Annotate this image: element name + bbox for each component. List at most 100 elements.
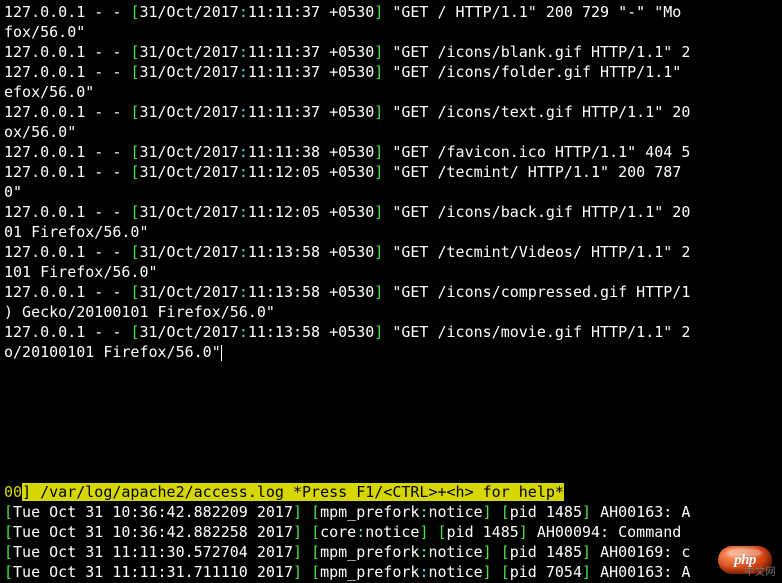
error-pid: pid 1485 [510,543,582,561]
bracket-close: ] [519,523,537,541]
colon-sep: : [239,143,248,161]
access-date: 31/Oct/2017 [139,103,238,121]
access-wrap: fox/56.0" [4,23,85,41]
bracket-open: [ [311,563,320,581]
bracket-close: ] [374,323,383,341]
colon-sep: : [239,323,248,341]
error-timestamp: Tue Oct 31 10:36:42.882209 2017 [13,503,293,521]
bracket-close: ] [374,103,383,121]
multitail-status-bar: 00] /var/log/apache2/access.log *Press F… [4,483,564,501]
access-request: "GET / HTTP/1.1" 200 729 "-" "Mo [383,3,681,21]
text-cursor [221,345,222,361]
bracket-close: ] [374,163,383,181]
bracket-open: [ [311,523,320,541]
bracket-close: ] [293,543,311,561]
access-date: 31/Oct/2017 [139,323,238,341]
access-time: 11:11:37 +0530 [248,3,374,21]
access-time: 11:11:38 +0530 [248,143,374,161]
error-level: notice [428,543,482,561]
bracket-close: ] [293,563,311,581]
bracket-close: ] [374,203,383,221]
access-date: 31/Oct/2017 [139,143,238,161]
access-request: "GET /favicon.ico HTTP/1.1" 404 5 [383,143,690,161]
access-date: 31/Oct/2017 [139,43,238,61]
colon-sep: : [239,63,248,81]
access-host: 127.0.0.1 - - [4,163,130,181]
access-time: 11:11:37 +0530 [248,103,374,121]
access-date: 31/Oct/2017 [139,163,238,181]
access-time: 11:12:05 +0530 [248,203,374,221]
bracket-open: [ [438,523,447,541]
bracket-close: ] [419,523,437,541]
colon-sep: : [239,163,248,181]
error-pid: pid 7054 [510,563,582,581]
error-message: AH00163: A [600,563,690,581]
error-module: mpm_prefork [320,563,419,581]
access-request: "GET /icons/blank.gif HTTP/1.1" 2 [383,43,690,61]
access-wrap: 01 Firefox/56.0" [4,223,149,241]
access-wrap: ox/56.0" [4,123,76,141]
access-host: 127.0.0.1 - - [4,3,130,21]
error-module: core [320,523,356,541]
status-index: 00 [4,483,22,501]
colon-sep: : [239,3,248,21]
access-host: 127.0.0.1 - - [4,243,130,261]
access-time: 11:12:05 +0530 [248,163,374,181]
status-hint: *Press F1/<CTRL>+<h> for help* [293,483,564,501]
access-host: 127.0.0.1 - - [4,283,130,301]
access-request: "GET /icons/text.gif HTTP/1.1" 20 [383,103,690,121]
error-message: AH00169: c [600,543,690,561]
error-pid: pid 1485 [447,523,519,541]
access-request: "GET /tecmint/ HTTP/1.1" 200 787 [383,163,681,181]
access-wrap: efox/56.0" [4,83,94,101]
bracket-open: [ [501,563,510,581]
access-time: 11:13:58 +0530 [248,243,374,261]
bracket-close: ] [374,43,383,61]
colon-sep: : [356,523,365,541]
access-date: 31/Oct/2017 [139,243,238,261]
bracket-close: ] [483,543,501,561]
bracket-open: [ [311,543,320,561]
bracket-close: ] [374,283,383,301]
bracket-close: ] [293,503,311,521]
access-host: 127.0.0.1 - - [4,203,130,221]
access-host: 127.0.0.1 - - [4,323,130,341]
bracket-open: [ [501,503,510,521]
bracket-open: [ [501,543,510,561]
colon-sep: : [239,243,248,261]
access-wrap: o/20100101 Firefox/56.0" [4,343,221,361]
access-time: 11:11:37 +0530 [248,63,374,81]
status-filepath: ] /var/log/apache2/access.log [22,483,293,501]
access-host: 127.0.0.1 - - [4,143,130,161]
access-host: 127.0.0.1 - - [4,103,130,121]
error-timestamp: Tue Oct 31 10:36:42.882258 2017 [13,523,293,541]
access-time: 11:13:58 +0530 [248,283,374,301]
access-date: 31/Oct/2017 [139,3,238,21]
access-host: 127.0.0.1 - - [4,43,130,61]
error-timestamp: Tue Oct 31 11:11:31.711110 2017 [13,563,293,581]
access-wrap: 101 Firefox/56.0" [4,263,158,281]
error-module: mpm_prefork [320,543,419,561]
bracket-close: ] [483,503,501,521]
colon-sep: : [239,103,248,121]
bracket-close: ] [374,3,383,21]
bracket-close: ] [374,243,383,261]
access-wrap: ) Gecko/20100101 Firefox/56.0" [4,303,275,321]
access-request: "GET /tecmint/Videos/ HTTP/1.1" 2 [383,243,690,261]
access-time: 11:11:37 +0530 [248,43,374,61]
colon-sep: : [239,43,248,61]
colon-sep: : [239,203,248,221]
bracket-close: ] [582,503,600,521]
access-date: 31/Oct/2017 [139,63,238,81]
access-date: 31/Oct/2017 [139,203,238,221]
bracket-open: [ [4,563,13,581]
error-pid: pid 1485 [510,503,582,521]
bracket-open: [ [311,503,320,521]
terminal-output[interactable]: 127.0.0.1 - - [31/Oct/2017:11:11:37 +053… [0,0,782,583]
bracket-close: ] [374,63,383,81]
error-module: mpm_prefork [320,503,419,521]
access-request: "GET /icons/folder.gif HTTP/1.1" [383,63,681,81]
bracket-open: [ [4,523,13,541]
colon-sep: : [239,283,248,301]
error-level: notice [365,523,419,541]
